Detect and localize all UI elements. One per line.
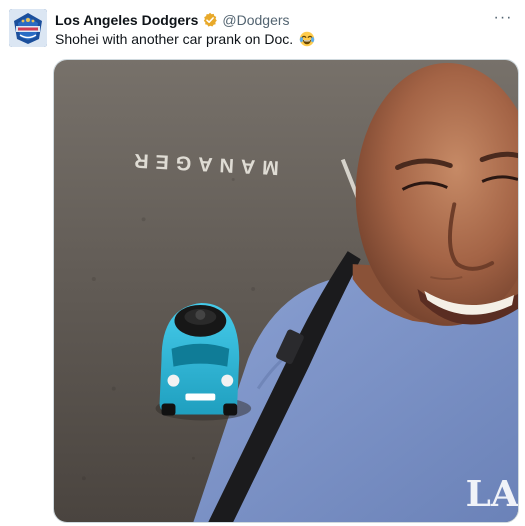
la-logo: LA — [466, 473, 518, 515]
handle[interactable]: @Dodgers — [222, 12, 289, 28]
tweet-text-body: Shohei with another car prank on Doc. — [55, 31, 294, 47]
avatar[interactable] — [9, 9, 47, 47]
tweet-photo[interactable]: MANAGER LA — [53, 59, 519, 523]
more-options-button[interactable]: ··· — [491, 8, 515, 30]
display-name[interactable]: Los Angeles Dodgers — [55, 12, 198, 28]
face-with-tears-of-joy-icon — [299, 31, 315, 47]
world-champions-logo-icon — [9, 9, 47, 47]
tweet-card[interactable]: Los Angeles Dodgers @Dodgers ··· Shohei … — [0, 0, 525, 526]
verified-badge-icon — [202, 12, 218, 28]
tweet-text: Shohei with another car prank on Doc. — [55, 31, 315, 47]
tweet-header: Los Angeles Dodgers @Dodgers ··· — [55, 8, 515, 30]
